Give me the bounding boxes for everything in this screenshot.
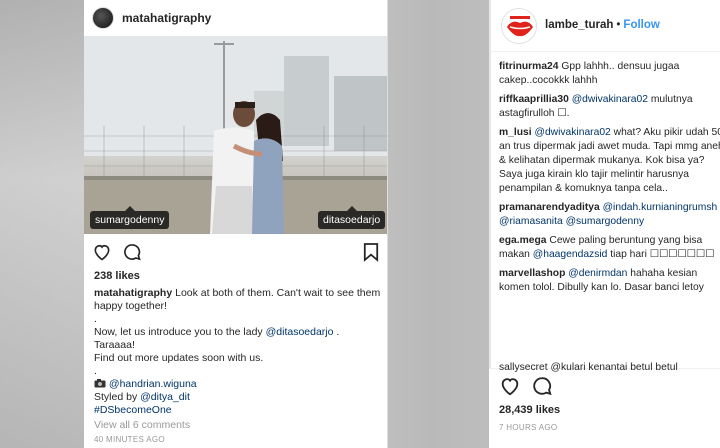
comment-mention[interactable]: @indah.kurnianingrumsh: [603, 202, 718, 213]
comment-username[interactable]: fitrinurma24: [499, 61, 559, 72]
caption-mention[interactable]: @ditya_dit: [140, 391, 190, 403]
camera-icon: [94, 379, 106, 388]
panel-footer: sallysecret @kulari kenantai betul betul…: [489, 362, 720, 448]
caption-text: Taraaaa!: [94, 339, 135, 351]
heart-icon[interactable]: [499, 375, 521, 397]
comment-item: ega.mega Cewe paling beruntung yang bisa…: [499, 234, 720, 262]
caption-hashtag[interactable]: #DSbecomeOne: [94, 404, 172, 416]
post-timestamp: 40 MINUTES AGO: [94, 435, 165, 444]
comment-username[interactable]: marvellashop: [499, 268, 565, 279]
comment-mention[interactable]: @dwivakinara02: [535, 127, 611, 138]
comment-item: fitrinurma24 Gpp lahhh.. densuu jugaa ca…: [499, 60, 720, 88]
comment-username[interactable]: riffkaaprillia30: [499, 94, 569, 105]
comment-mention[interactable]: @haagendazsid: [533, 249, 608, 260]
post-caption: matahatigraphy Look at both of them. Can…: [94, 287, 384, 417]
post-header: matahatigraphy: [84, 0, 387, 36]
comment-mention[interactable]: @sumargodenny: [566, 216, 645, 227]
panel-username-line: lambe_turah • Follow: [545, 19, 660, 31]
comment-icon[interactable]: [531, 375, 553, 397]
comments-panel: lambe_turah • Follow fitrinurma24 Gpp lahh…: [489, 0, 720, 448]
comment-username[interactable]: m_lusi: [499, 127, 532, 138]
comment-username[interactable]: ega.mega: [499, 235, 547, 246]
comment-icon[interactable]: [122, 242, 142, 262]
comment-item: riffkaaprillia30 @dwivakinara02 mulutnya…: [499, 93, 720, 121]
caption-username[interactable]: matahatigraphy: [94, 287, 172, 299]
comment-item: marvellashop @denirmdan hahaha kesian ko…: [499, 267, 720, 295]
post-username[interactable]: matahatigraphy: [122, 11, 211, 25]
panel-actions: [499, 375, 579, 397]
caption-mention[interactable]: @handrian.wiguna: [109, 378, 197, 390]
caption-text: Now, let us introduce you to the lady: [94, 326, 266, 338]
caption-mention[interactable]: @ditasoedarjo: [266, 326, 334, 338]
comment-item: pramanarendyaditya @indah.kurnianingrums…: [499, 201, 720, 229]
panel-likes-count[interactable]: 28,439 likes: [499, 404, 560, 416]
view-all-comments-link[interactable]: View all 6 comments: [94, 419, 190, 431]
couple-photo-illustration: [84, 36, 387, 234]
lips-icon: [502, 9, 536, 43]
embedded-post: matahatigraphy sumargodenny ditasoedarjo…: [84, 0, 388, 448]
comment-mention[interactable]: @dwivakinara02: [572, 94, 648, 105]
post-photo[interactable]: sumargodenny ditasoedarjo: [84, 36, 387, 234]
clipped-comment: sallysecret @kulari kenantai betul betul: [499, 362, 678, 373]
follow-button[interactable]: Follow: [623, 19, 659, 31]
heart-icon[interactable]: [92, 242, 112, 262]
photo-tag[interactable]: sumargodenny: [90, 206, 170, 229]
comment-text: tiap hari ☐☐☐☐☐☐☐: [607, 249, 715, 260]
photo-tag[interactable]: ditasoedarjo: [318, 206, 386, 229]
avatar[interactable]: [92, 7, 114, 29]
bookmark-icon[interactable]: [363, 242, 379, 262]
comment-item: m_lusi @dwivakinara02 what? Aku pikir ud…: [499, 126, 720, 196]
panel-timestamp: 7 HOURS AGO: [499, 423, 558, 432]
comment-mention[interactable]: @denirmdan: [568, 268, 627, 279]
caption-text: Find out more updates soon with us.: [94, 352, 264, 364]
comment-mention[interactable]: @riamasanita: [499, 216, 563, 227]
separator: •: [616, 19, 621, 31]
lips-logo-avatar[interactable]: [501, 8, 537, 44]
comment-username[interactable]: pramanarendyaditya: [499, 202, 600, 213]
panel-header: lambe_turah • Follow: [489, 0, 720, 52]
post-actions: [92, 242, 379, 264]
panel-username[interactable]: lambe_turah: [545, 19, 613, 31]
comment-list: fitrinurma24 Gpp lahhh.. densuu jugaa ca…: [499, 60, 720, 300]
likes-count[interactable]: 238 likes: [94, 270, 140, 282]
